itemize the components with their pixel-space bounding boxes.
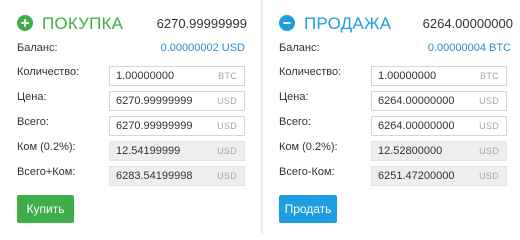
sell-total-unit: USD — [479, 121, 499, 131]
buy-total-with-fee-unit: USD — [217, 171, 237, 181]
buy-total-with-fee-row: Всего+Ком: 6283.54199998 USD — [17, 166, 245, 186]
sell-price-value: 6264.00000000 — [378, 95, 455, 107]
sell-price-unit: USD — [479, 96, 499, 106]
sell-fee-field: 12.52800000 USD — [371, 141, 507, 161]
amount-label: Количество: — [279, 66, 342, 78]
buy-total-row: Всего: 6270.99999999 USD — [17, 116, 245, 136]
total-with-fee-label: Всего+Ком: — [17, 166, 76, 178]
sell-total-value: 6264.00000000 — [378, 120, 455, 132]
buy-total-with-fee-value: 6283.54199998 — [116, 170, 193, 182]
buy-fee-value: 12.54199999 — [116, 145, 181, 157]
balance-label: Баланс: — [279, 42, 320, 54]
buy-price-input[interactable]: 6270.99999999 USD — [109, 91, 245, 111]
buy-panel: ПОКУПКА 6270.99999999 Баланс: 0.00000002… — [0, 0, 254, 234]
sell-amount-input[interactable]: 1.00000000 BTC — [371, 66, 507, 86]
sell-amount-unit: BTC — [480, 71, 499, 81]
buy-amount-unit: BTC — [218, 71, 237, 81]
panel-divider — [261, 0, 263, 234]
buy-amount-row: Количество: 1.00000000 BTC — [17, 66, 245, 86]
sell-button[interactable]: Продать — [279, 195, 337, 223]
sell-total-input[interactable]: 6264.00000000 USD — [371, 116, 507, 136]
amount-label: Количество: — [17, 66, 80, 78]
plus-circle-icon — [17, 15, 33, 31]
sell-total-row: Всего: 6264.00000000 USD — [279, 116, 507, 136]
buy-fee-unit: USD — [217, 146, 237, 156]
total-label: Всего: — [17, 116, 49, 128]
fee-label: Ком (0.2%): — [17, 141, 76, 153]
buy-price-value: 6270.99999999 — [116, 95, 193, 107]
sell-balance-value[interactable]: 0.00000004 BTC — [428, 40, 511, 56]
sell-fee-value: 12.52800000 — [378, 145, 443, 157]
sell-fee-unit: USD — [479, 146, 499, 156]
buy-fee-field: 12.54199999 USD — [109, 141, 245, 161]
price-label: Цена: — [17, 91, 47, 103]
minus-circle-icon — [279, 15, 295, 31]
sell-title: ПРОДАЖА — [304, 14, 392, 33]
sell-total-minus-fee-row: Всего-Ком: 6251.47200000 USD — [279, 166, 507, 186]
total-label: Всего: — [279, 116, 311, 128]
sell-price-input[interactable]: 6264.00000000 USD — [371, 91, 507, 111]
sell-header: ПРОДАЖА 6264.00000000 — [279, 12, 513, 36]
buy-title: ПОКУПКА — [42, 14, 124, 33]
sell-fee-row: Ком (0.2%): 12.52800000 USD — [279, 141, 507, 161]
buy-total-value: 6270.99999999 — [116, 120, 193, 132]
sell-total-minus-fee-field: 6251.47200000 USD — [371, 166, 507, 186]
sell-amount-row: Количество: 1.00000000 BTC — [279, 66, 507, 86]
sell-total-minus-fee-unit: USD — [479, 171, 499, 181]
sell-total-minus-fee-value: 6251.47200000 — [378, 170, 455, 182]
buy-fee-row: Ком (0.2%): 12.54199999 USD — [17, 141, 245, 161]
buy-balance-value[interactable]: 0.00000002 USD — [161, 40, 245, 56]
buy-price-row: Цена: 6270.99999999 USD — [17, 91, 245, 111]
buy-balance: Баланс: 0.00000002 USD — [17, 40, 245, 56]
sell-price-row: Цена: 6264.00000000 USD — [279, 91, 507, 111]
buy-total-input[interactable]: 6270.99999999 USD — [109, 116, 245, 136]
sell-header-price: 6264.00000000 — [422, 16, 513, 31]
fee-label: Ком (0.2%): — [279, 141, 338, 153]
sell-panel: ПРОДАЖА 6264.00000000 Баланс: 0.00000004… — [266, 0, 520, 234]
total-minus-fee-label: Всего-Ком: — [279, 166, 335, 178]
buy-total-with-fee-field: 6283.54199998 USD — [109, 166, 245, 186]
buy-button[interactable]: Купить — [17, 195, 74, 223]
balance-label: Баланс: — [17, 42, 58, 54]
sell-balance: Баланс: 0.00000004 BTC — [279, 40, 511, 56]
price-label: Цена: — [279, 91, 309, 103]
buy-amount-value: 1.00000000 — [116, 70, 175, 82]
buy-price-unit: USD — [217, 96, 237, 106]
buy-amount-input[interactable]: 1.00000000 BTC — [109, 66, 245, 86]
buy-header-price: 6270.99999999 — [156, 16, 247, 31]
sell-amount-value: 1.00000000 — [378, 70, 437, 82]
buy-header: ПОКУПКА 6270.99999999 — [17, 12, 247, 36]
buy-total-unit: USD — [217, 121, 237, 131]
